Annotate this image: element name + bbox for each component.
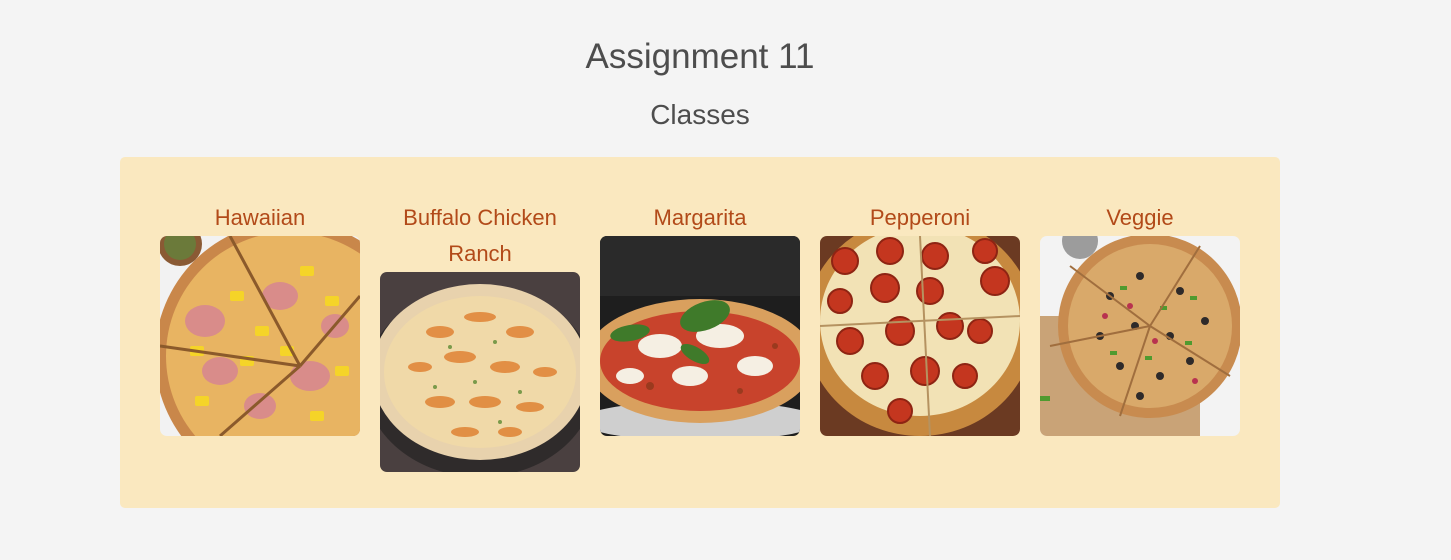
pizza-card-buffalo-chicken-ranch: Buffalo Chicken Ranch xyxy=(380,200,580,472)
pizza-card-pepperoni: Pepperoni xyxy=(820,200,1020,436)
pizza-name: Pepperoni xyxy=(869,205,971,230)
page-subtitle: Classes xyxy=(650,99,750,130)
hawaiian-pizza-image xyxy=(160,236,360,436)
pepperoni-pizza-image xyxy=(820,236,1020,436)
pizza-name: Margarita xyxy=(653,205,747,230)
page-title: Assignment 11 xyxy=(585,37,815,76)
pizza-card-margarita: Margarita xyxy=(600,200,800,436)
pizza-card-hawaiian: Hawaiian xyxy=(160,200,360,436)
page: Assignment 11 Classes Hawaiian Buffalo C… xyxy=(0,0,1451,560)
pizza-name: Veggie xyxy=(1106,205,1174,230)
buffalo-chicken-ranch-pizza-image xyxy=(380,272,580,472)
pizza-name: Buffalo Chicken Ranch xyxy=(403,205,557,266)
pizza-panel: Hawaiian Buffalo Chicken Ranch Margarita… xyxy=(120,157,1280,508)
pizza-name: Hawaiian xyxy=(214,205,306,230)
veggie-pizza-image xyxy=(1040,236,1240,436)
pizza-card-veggie: Veggie xyxy=(1040,200,1240,436)
margarita-pizza-image xyxy=(600,236,800,436)
